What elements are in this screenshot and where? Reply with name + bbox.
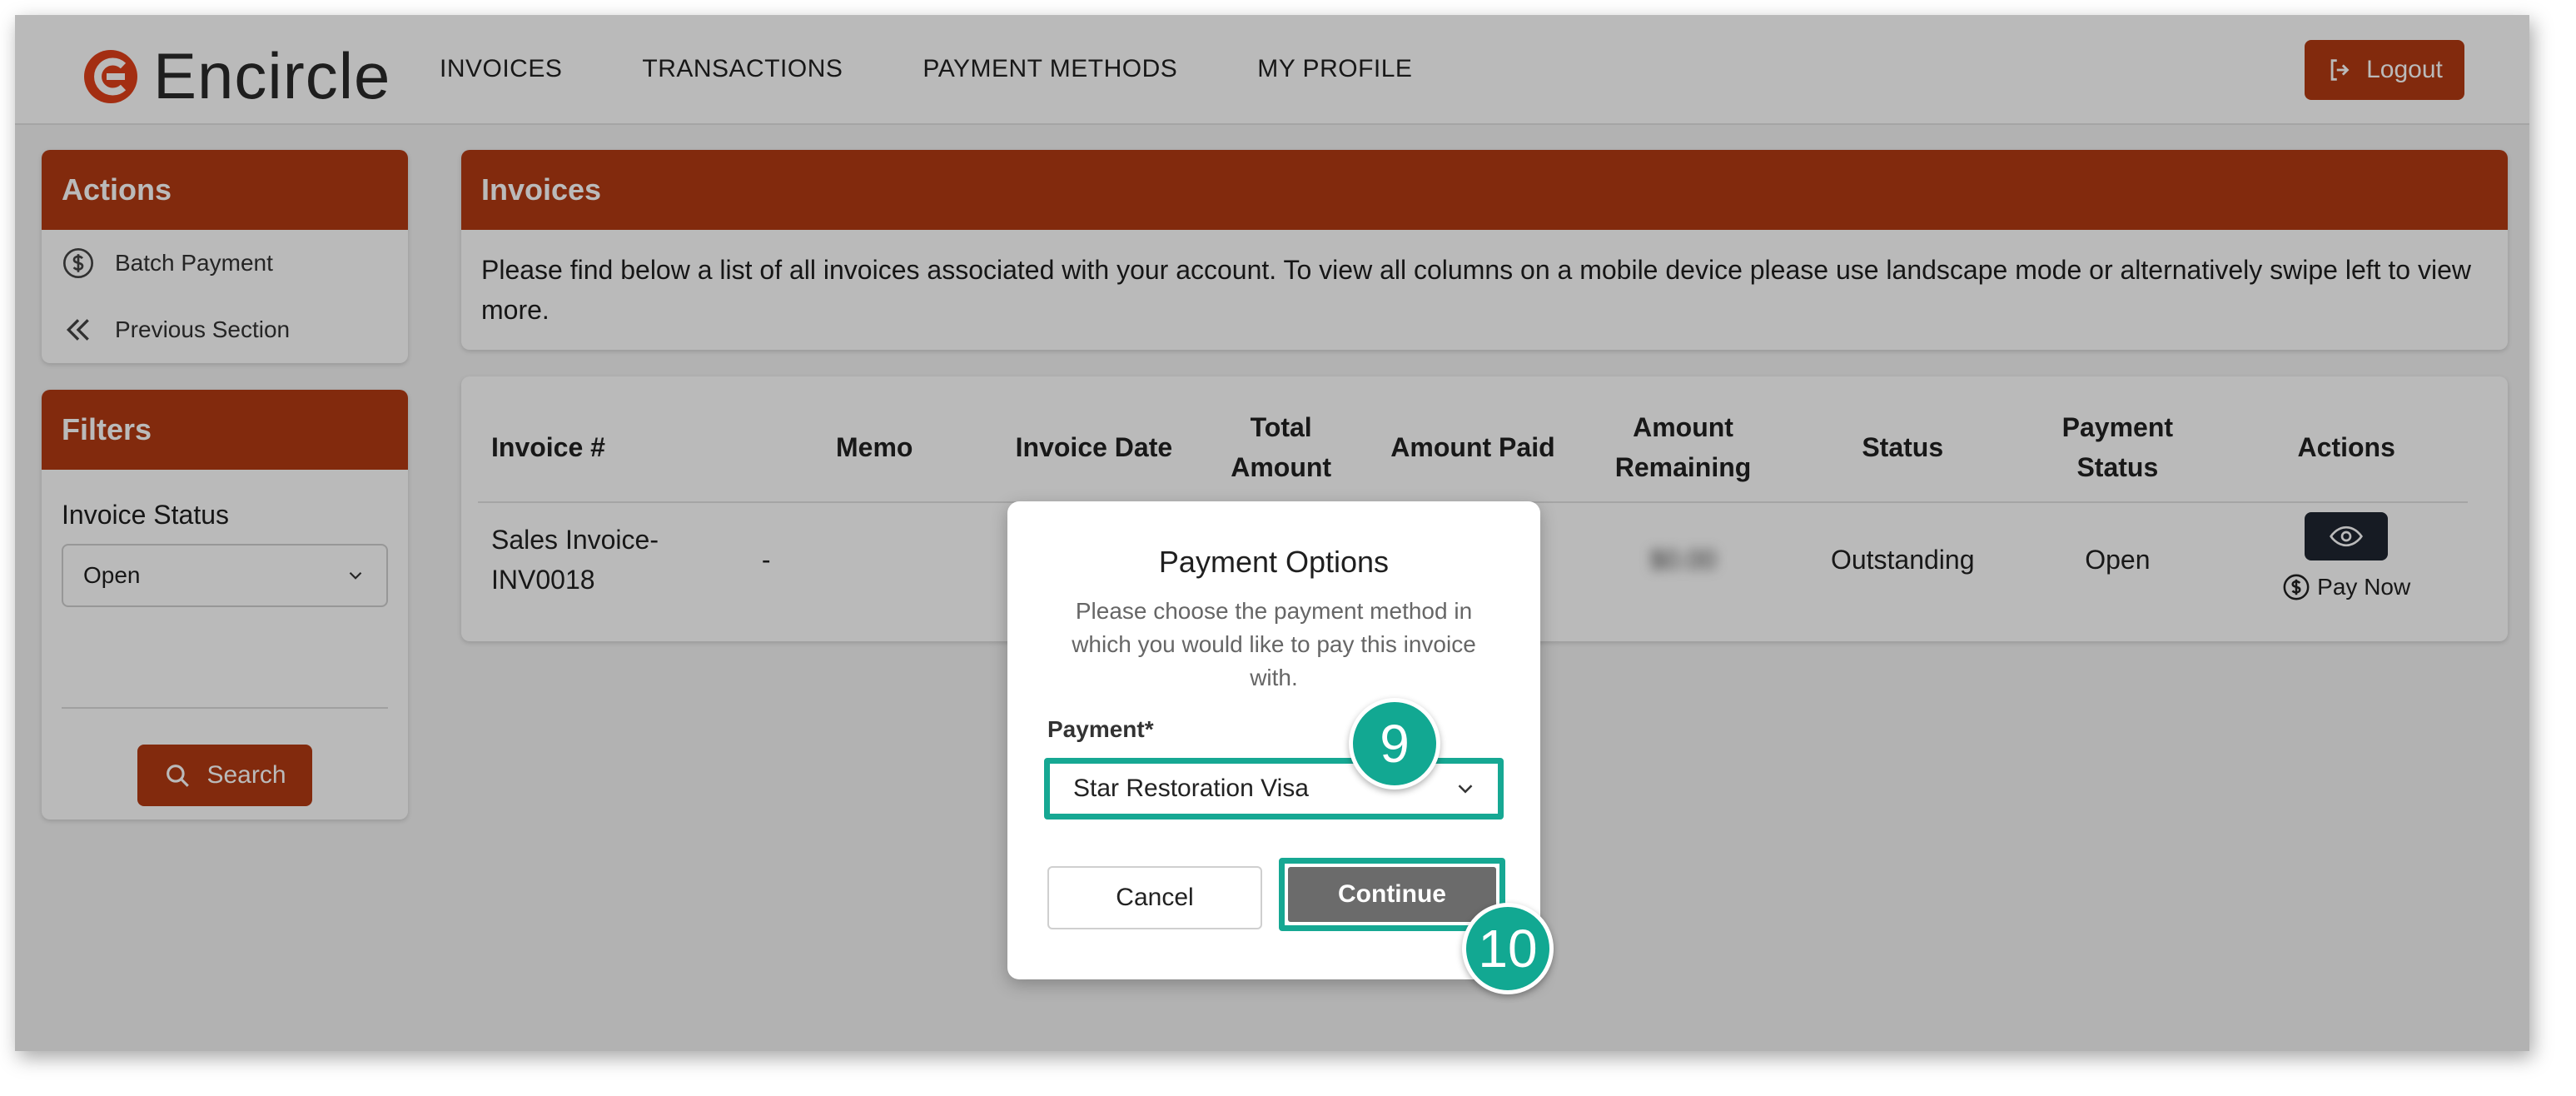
modal-title: Payment Options (1158, 545, 1390, 579)
payment-options-modal: Payment Options Please choose the paymen… (1007, 501, 1540, 979)
payment-label: Payment* (1047, 716, 1154, 742)
payment-method-select[interactable]: Star Restoration Visa (1044, 758, 1504, 820)
modal-description: Please choose the payment method in whic… (1072, 598, 1476, 690)
callout-10: 10 (1462, 903, 1554, 994)
payment-method-value: Star Restoration Visa (1073, 775, 1309, 802)
continue-button[interactable]: Continue (1288, 867, 1496, 922)
callout-9: 9 (1349, 698, 1440, 790)
app-window: Encircle INVOICES TRANSACTIONS PAYMENT M… (15, 15, 2529, 1051)
cancel-button[interactable]: Cancel (1047, 866, 1262, 929)
chevron-down-icon (1458, 785, 1473, 794)
